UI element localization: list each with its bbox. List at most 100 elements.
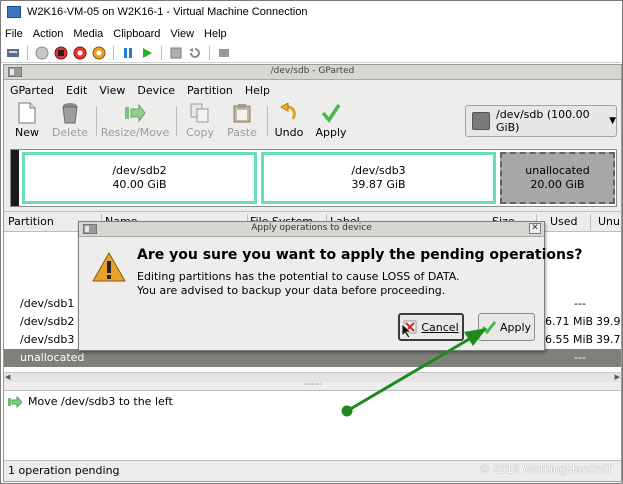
menu-device[interactable]: Device [137, 84, 175, 97]
menu-view[interactable]: View [99, 84, 125, 97]
gparted-title: /dev/sdb - GParted [270, 66, 355, 76]
delete-label: Delete [51, 126, 89, 139]
partition-map-sdb3[interactable]: /dev/sdb3 39.87 GiB [261, 152, 496, 204]
row-partition: /dev/sdb1 [20, 297, 75, 310]
warning-icon [92, 252, 126, 282]
new-button[interactable]: New [12, 102, 42, 142]
checkmark-icon [481, 321, 496, 334]
ctrl-alt-del-icon[interactable] [5, 45, 21, 61]
vm-menu-view[interactable]: View [170, 28, 194, 40]
gparted-title-bar: /dev/sdb - GParted [4, 65, 621, 80]
row-used: 6.55 MiB [545, 333, 594, 346]
device-label: /dev/sdb (100.00 GiB) [495, 108, 590, 134]
row-unused: 39.9 [596, 315, 621, 328]
vm-menu-bar: File Action Media Clipboard View Help [1, 25, 622, 43]
toolbar-divider [96, 106, 97, 136]
apply-toolbar-button[interactable]: Apply [313, 102, 349, 142]
pending-operation-item[interactable]: Move /dev/sdb3 to the left [8, 395, 173, 408]
menu-partition[interactable]: Partition [187, 84, 233, 97]
move-arrow-icon [8, 395, 22, 408]
enhanced-session-icon[interactable] [216, 45, 232, 61]
menu-help[interactable]: Help [245, 84, 270, 97]
gparted-menu-bar: GParted Edit View Device Partition Help [4, 81, 621, 99]
column-divider [590, 214, 591, 230]
trash-icon [59, 102, 81, 124]
dialog-title: Apply operations to device [251, 223, 372, 233]
undo-button[interactable]: Undo [272, 102, 306, 142]
toolbar-divider [176, 106, 177, 136]
partition-map: /dev/sdb2 40.00 GiB /dev/sdb3 39.87 GiB … [10, 149, 617, 207]
vm-toolbar [1, 43, 622, 63]
col-unused[interactable]: Unu [598, 215, 620, 228]
toolbar-divider [209, 45, 210, 60]
resume-icon[interactable] [139, 45, 155, 61]
vm-menu-file[interactable]: File [5, 28, 23, 40]
vm-menu-clipboard[interactable]: Clipboard [113, 28, 160, 40]
copy-icon [189, 102, 211, 124]
vm-menu-help[interactable]: Help [204, 28, 227, 40]
apply-confirm-dialog: Apply operations to device ✕ Are you sur… [78, 221, 582, 351]
menu-edit[interactable]: Edit [66, 84, 87, 97]
turn-off-icon[interactable] [53, 45, 69, 61]
toolbar-divider [161, 45, 162, 60]
paste-icon [231, 102, 253, 124]
partition-map-sdb1[interactable] [11, 150, 19, 206]
checkmark-icon [320, 102, 342, 124]
col-partition[interactable]: Partition [8, 215, 54, 228]
copyright-watermark: © 2016 WorkingHardInIT [480, 462, 613, 476]
status-text: 1 operation pending [8, 464, 120, 477]
device-selector[interactable]: /dev/sdb (100.00 GiB) ▼ [465, 105, 617, 137]
row-used: 6.71 MiB [545, 315, 594, 328]
save-state-icon[interactable] [91, 45, 107, 61]
scroll-left-icon[interactable]: ◀ [5, 373, 10, 381]
copy-button[interactable]: Copy [182, 102, 218, 142]
paste-label: Paste [227, 126, 257, 139]
row-partition: /dev/sdb2 [20, 315, 75, 328]
delete-button[interactable]: Delete [48, 102, 92, 142]
resize-arrow-icon [124, 102, 146, 124]
pending-operation-text: Move /dev/sdb3 to the left [28, 395, 173, 408]
vm-menu-action[interactable]: Action [33, 28, 64, 40]
apply-toolbar-label: Apply [315, 126, 347, 139]
scroll-right-icon[interactable]: ▶ [615, 373, 620, 381]
pane-resize-handle[interactable]: ······· [4, 381, 621, 390]
mouse-cursor-icon [401, 323, 413, 339]
apply-label: Apply [499, 320, 532, 334]
new-document-icon [16, 102, 38, 124]
hard-disk-icon [472, 112, 490, 130]
revert-icon[interactable] [187, 45, 203, 61]
paste-button[interactable]: Paste [224, 102, 260, 142]
partition-map-sdb2[interactable]: /dev/sdb2 40.00 GiB [22, 152, 257, 204]
menu-gparted[interactable]: GParted [10, 84, 54, 97]
pending-operations-list: Move /dev/sdb3 to the left [4, 390, 621, 460]
row-used: --- [574, 297, 586, 310]
vm-title-bar: W2K16-VM-05 on W2K16-1 - Virtual Machine… [1, 1, 622, 23]
partition-map-unallocated[interactable]: unallocated 20.00 GiB [500, 152, 615, 204]
map-unallocated-size: 20.00 GiB [530, 178, 585, 191]
close-icon[interactable]: ✕ [529, 223, 541, 234]
copy-label: Copy [186, 126, 214, 139]
cancel-label: Cancel [421, 320, 459, 334]
toolbar-divider [113, 45, 114, 60]
table-row-selected[interactable]: unallocated --- [4, 349, 621, 367]
checkpoint-icon[interactable] [168, 45, 184, 61]
dialog-message-line: Editing partitions has the potential to … [137, 270, 460, 283]
resize-move-button[interactable]: Resize/Move [100, 102, 170, 142]
dialog-title-bar: Apply operations to device ✕ [79, 222, 544, 237]
dialog-message-line: You are advised to backup your data befo… [137, 284, 446, 297]
start-icon[interactable] [34, 45, 50, 61]
vm-menu-media[interactable]: Media [73, 28, 103, 40]
map-sdb3-name: /dev/sdb3 [351, 164, 406, 177]
map-sdb2-size: 40.00 GiB [112, 178, 167, 191]
undo-arrow-icon [278, 102, 300, 124]
row-unused: 39.7 [596, 333, 621, 346]
apply-button[interactable]: Apply [478, 313, 535, 341]
pause-icon[interactable] [120, 45, 136, 61]
map-sdb3-size: 39.87 GiB [351, 178, 406, 191]
row-used: --- [574, 351, 586, 364]
vm-window-title: W2K16-VM-05 on W2K16-1 - Virtual Machine… [27, 6, 308, 18]
resize-move-label: Resize/Move [100, 126, 170, 139]
col-used[interactable]: Used [550, 215, 578, 228]
map-unallocated-name: unallocated [525, 164, 590, 177]
shutdown-icon[interactable] [72, 45, 88, 61]
